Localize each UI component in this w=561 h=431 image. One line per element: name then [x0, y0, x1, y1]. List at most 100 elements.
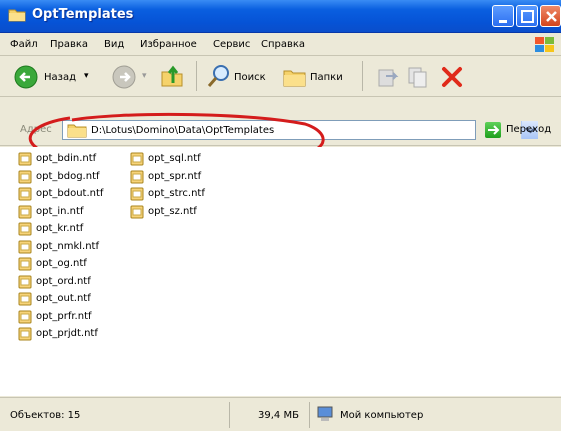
file-item[interactable]: opt_strc.ntf [130, 186, 240, 202]
address-path: D:\Lotus\Domino\Data\OptTemplates [91, 125, 275, 136]
maximize-button[interactable] [516, 5, 538, 27]
forward-button[interactable]: ▾ [112, 65, 152, 89]
file-name: opt_out.ntf [36, 293, 91, 304]
file-name: opt_spr.ntf [148, 170, 202, 182]
menu-view[interactable]: Вид [104, 39, 124, 50]
notes-template-icon [130, 152, 144, 166]
file-name: opt_prjdt.ntf [36, 328, 98, 339]
up-folder-icon [161, 65, 183, 87]
status-size: 39,4 МБ [258, 410, 299, 421]
status-cell-size: 39,4 МБ [230, 402, 310, 428]
menu-help[interactable]: Справка [261, 39, 305, 50]
file-item[interactable]: opt_prjdt.ntf [18, 326, 128, 342]
back-dropdown-icon[interactable]: ▾ [84, 71, 89, 81]
file-item[interactable]: opt_nmkl.ntf [18, 239, 128, 255]
go-button[interactable] [485, 122, 501, 138]
file-item[interactable]: opt_spr.ntf [130, 169, 240, 185]
file-name: opt_strc.ntf [148, 188, 205, 199]
up-folder-button[interactable] [160, 63, 186, 91]
toolbar-separator [196, 61, 197, 91]
file-name: opt_bdout.ntf [36, 188, 104, 199]
forward-arrow-icon [112, 65, 136, 89]
window-title: OptTemplates [32, 7, 134, 22]
my-computer-icon [317, 406, 333, 421]
search-label: Поиск [234, 72, 266, 83]
move-to-icon [378, 69, 399, 87]
toolbar: Назад ▾ ▾ Поиск Папки [0, 57, 561, 97]
file-name: opt_kr.ntf [36, 223, 84, 234]
go-label[interactable]: Переход [506, 124, 551, 135]
file-item[interactable]: opt_bdout.ntf [18, 186, 128, 202]
delete-button[interactable] [440, 64, 464, 90]
address-label: Адрес [20, 124, 52, 135]
file-item[interactable]: opt_sz.ntf [130, 204, 240, 220]
status-bar: Объектов: 15 39,4 МБ Мой компьютер [0, 397, 561, 431]
file-name: opt_ord.ntf [36, 275, 91, 287]
file-item[interactable]: opt_in.ntf [18, 204, 128, 220]
address-input[interactable]: D:\Lotus\Domino\Data\OptTemplates [62, 120, 538, 140]
file-item[interactable]: opt_bdin.ntf [18, 151, 128, 167]
notes-template-icon [18, 222, 32, 236]
search-icon [207, 65, 229, 87]
back-button[interactable]: Назад ▾ [14, 63, 104, 91]
search-button[interactable]: Поиск [206, 63, 278, 91]
status-location: Мой компьютер [340, 410, 424, 421]
folders-button[interactable]: Папки [282, 63, 354, 91]
file-item[interactable]: opt_out.ntf [18, 291, 128, 307]
file-item[interactable]: opt_prfr.ntf [18, 309, 128, 325]
back-label: Назад [44, 72, 77, 83]
close-button[interactable] [540, 5, 561, 27]
file-list: opt_bdin.ntf opt_bdog.ntf opt_bdout.ntf opt… [0, 147, 561, 396]
maximize-icon [521, 10, 534, 23]
notes-template-icon [18, 152, 32, 166]
file-item[interactable]: opt_ord.ntf [18, 274, 128, 290]
back-arrow-icon [14, 65, 38, 89]
close-icon [546, 11, 557, 22]
file-item[interactable]: opt_kr.ntf [18, 221, 128, 237]
notes-template-icon [18, 257, 32, 271]
go-arrow-icon [488, 125, 500, 135]
file-name: opt_sql.ntf [148, 153, 201, 164]
file-name: opt_nmkl.ntf [36, 240, 99, 252]
file-item[interactable]: opt_bdog.ntf [18, 169, 128, 185]
copy-to-icon [408, 67, 427, 88]
menu-tools[interactable]: Сервис [213, 39, 250, 50]
folder-icon [8, 9, 26, 22]
folders-icon [283, 70, 306, 87]
menu-bar: Файл Правка Вид Избранное Сервис Справка [0, 34, 561, 56]
file-name: opt_og.ntf [36, 258, 87, 269]
file-name: opt_in.ntf [36, 205, 84, 217]
address-bar: Адрес D:\Lotus\Domino\Data\OptTemplates … [0, 112, 561, 146]
file-item[interactable]: opt_og.ntf [18, 256, 128, 272]
notes-template-icon [18, 187, 32, 201]
notes-template-icon [18, 170, 32, 183]
minimize-button[interactable] [492, 5, 514, 27]
copy-to-button[interactable] [406, 64, 430, 90]
explorer-window: OptTemplates Файл Правка Вид Избранное С… [0, 0, 561, 431]
delete-icon [442, 67, 462, 87]
status-cell-objects: Объектов: 15 [0, 402, 230, 428]
forward-dropdown-icon: ▾ [142, 71, 147, 81]
notes-template-icon [18, 240, 32, 253]
file-name: opt_bdog.ntf [36, 170, 100, 182]
file-item[interactable]: opt_sql.ntf [130, 151, 240, 167]
file-name: opt_sz.ntf [148, 205, 197, 217]
file-name: opt_bdin.ntf [36, 153, 97, 164]
folders-label: Папки [310, 72, 343, 83]
notes-template-icon [130, 205, 144, 218]
notes-template-icon [18, 310, 32, 323]
file-name: opt_prfr.ntf [36, 310, 92, 322]
title-bar[interactable]: OptTemplates [0, 0, 561, 33]
move-to-button[interactable] [376, 64, 400, 90]
windows-logo-icon [535, 37, 554, 52]
menu-favorites[interactable]: Избранное [140, 39, 197, 50]
notes-template-icon [18, 205, 32, 218]
menu-file[interactable]: Файл [10, 39, 38, 50]
menu-edit[interactable]: Правка [50, 39, 88, 50]
status-objects: Объектов: 15 [10, 410, 81, 421]
notes-template-icon [130, 187, 144, 201]
notes-template-icon [18, 275, 32, 288]
notes-template-icon [130, 170, 144, 183]
notes-template-icon [18, 292, 32, 306]
notes-template-icon [18, 327, 32, 341]
